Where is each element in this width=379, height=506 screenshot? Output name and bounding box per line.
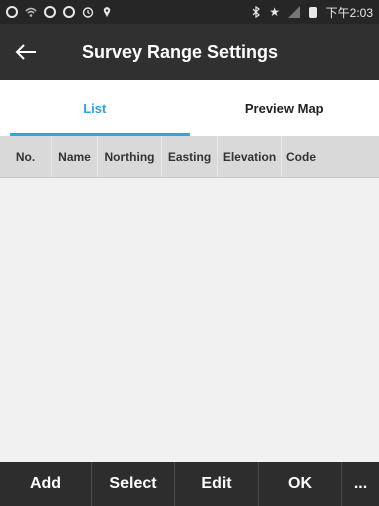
tab-bar: List Preview Map [0, 80, 379, 136]
alarm-icon [82, 6, 94, 18]
back-button[interactable] [0, 24, 52, 80]
bottom-toolbar: Add Select Edit OK ... [0, 462, 379, 506]
select-button[interactable]: Select [92, 462, 175, 506]
ok-button[interactable]: OK [259, 462, 342, 506]
status-bar: ★ 下午2:03 [0, 0, 379, 24]
column-header-northing[interactable]: Northing [98, 136, 162, 177]
column-header-easting[interactable]: Easting [162, 136, 218, 177]
location-pin-icon [101, 6, 113, 18]
column-header-name[interactable]: Name [52, 136, 98, 177]
column-header-elevation[interactable]: Elevation [218, 136, 282, 177]
edit-button[interactable]: Edit [175, 462, 259, 506]
column-header-no[interactable]: No. [0, 136, 52, 177]
tab-list-label: List [83, 100, 107, 116]
app-bar: Survey Range Settings [0, 24, 379, 80]
tab-list[interactable]: List [0, 80, 190, 136]
ring-icon [6, 6, 18, 18]
back-arrow-icon [15, 44, 36, 60]
tab-preview-map-label: Preview Map [244, 100, 324, 116]
add-button[interactable]: Add [0, 462, 92, 506]
wifi-icon [25, 6, 37, 18]
status-right-icons: ★ 下午2:03 [250, 4, 373, 21]
tab-preview-map[interactable]: Preview Map [190, 80, 379, 136]
star-icon: ★ [269, 5, 281, 19]
signal-icon [287, 6, 300, 18]
page-title: Survey Range Settings [82, 41, 279, 62]
table-header: No. Name Northing Easting Elevation Code [0, 136, 379, 178]
bluetooth-icon [250, 6, 262, 18]
more-button[interactable]: ... [342, 462, 379, 506]
status-time: 下午2:03 [325, 5, 373, 20]
ring-icon [44, 6, 56, 18]
ring-icon [63, 6, 75, 18]
point-list[interactable] [0, 178, 379, 462]
column-header-code[interactable]: Code [282, 136, 322, 177]
status-left-icons [6, 6, 113, 18]
battery-icon [307, 6, 319, 18]
